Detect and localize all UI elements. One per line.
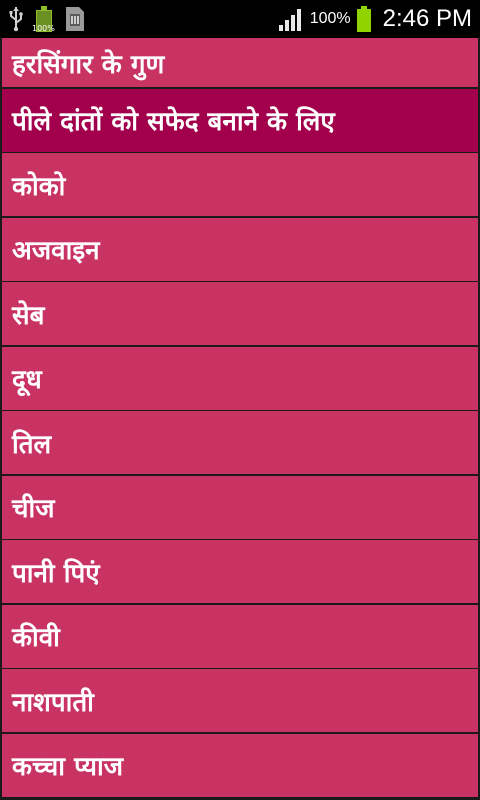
list-item[interactable]: कीवी — [2, 604, 478, 668]
usb-icon — [9, 7, 23, 32]
list-item[interactable]: पानी पिएं — [2, 540, 478, 603]
battery-small-icon: 100% — [32, 6, 55, 33]
list-item[interactable]: अजवाइन — [2, 217, 478, 281]
sd-card-icon — [66, 7, 84, 31]
list-item[interactable]: नाशपाती — [2, 669, 478, 732]
clock: 2:46 PM — [382, 5, 472, 32]
status-bar-right: 100% 2:46 PM — [278, 5, 472, 33]
status-bar-left: 100% — [8, 6, 86, 33]
battery-icon — [356, 6, 371, 32]
list-item[interactable]: चीज — [2, 475, 478, 539]
list-item-selected[interactable]: पीले दांतों को सफेद बनाने के लिए — [2, 88, 478, 152]
battery-small-percent: 100% — [32, 24, 55, 33]
list-item[interactable]: कच्चा प्याज — [2, 733, 478, 797]
list-item[interactable]: सेब — [2, 282, 478, 345]
battery-percent-text: 100% — [309, 10, 351, 27]
list-item[interactable]: हरसिंगार के गुण — [2, 38, 478, 87]
list-item[interactable]: तिल — [2, 411, 478, 474]
status-bar: 100% 100% 2:46 PM — [0, 0, 480, 38]
list-item[interactable]: दूध — [2, 346, 478, 410]
topic-list: हरसिंगार के गुण पीले दांतों को सफेद बनान… — [0, 38, 480, 797]
signal-strength-icon — [278, 9, 301, 31]
list-item[interactable]: कोको — [2, 153, 478, 216]
